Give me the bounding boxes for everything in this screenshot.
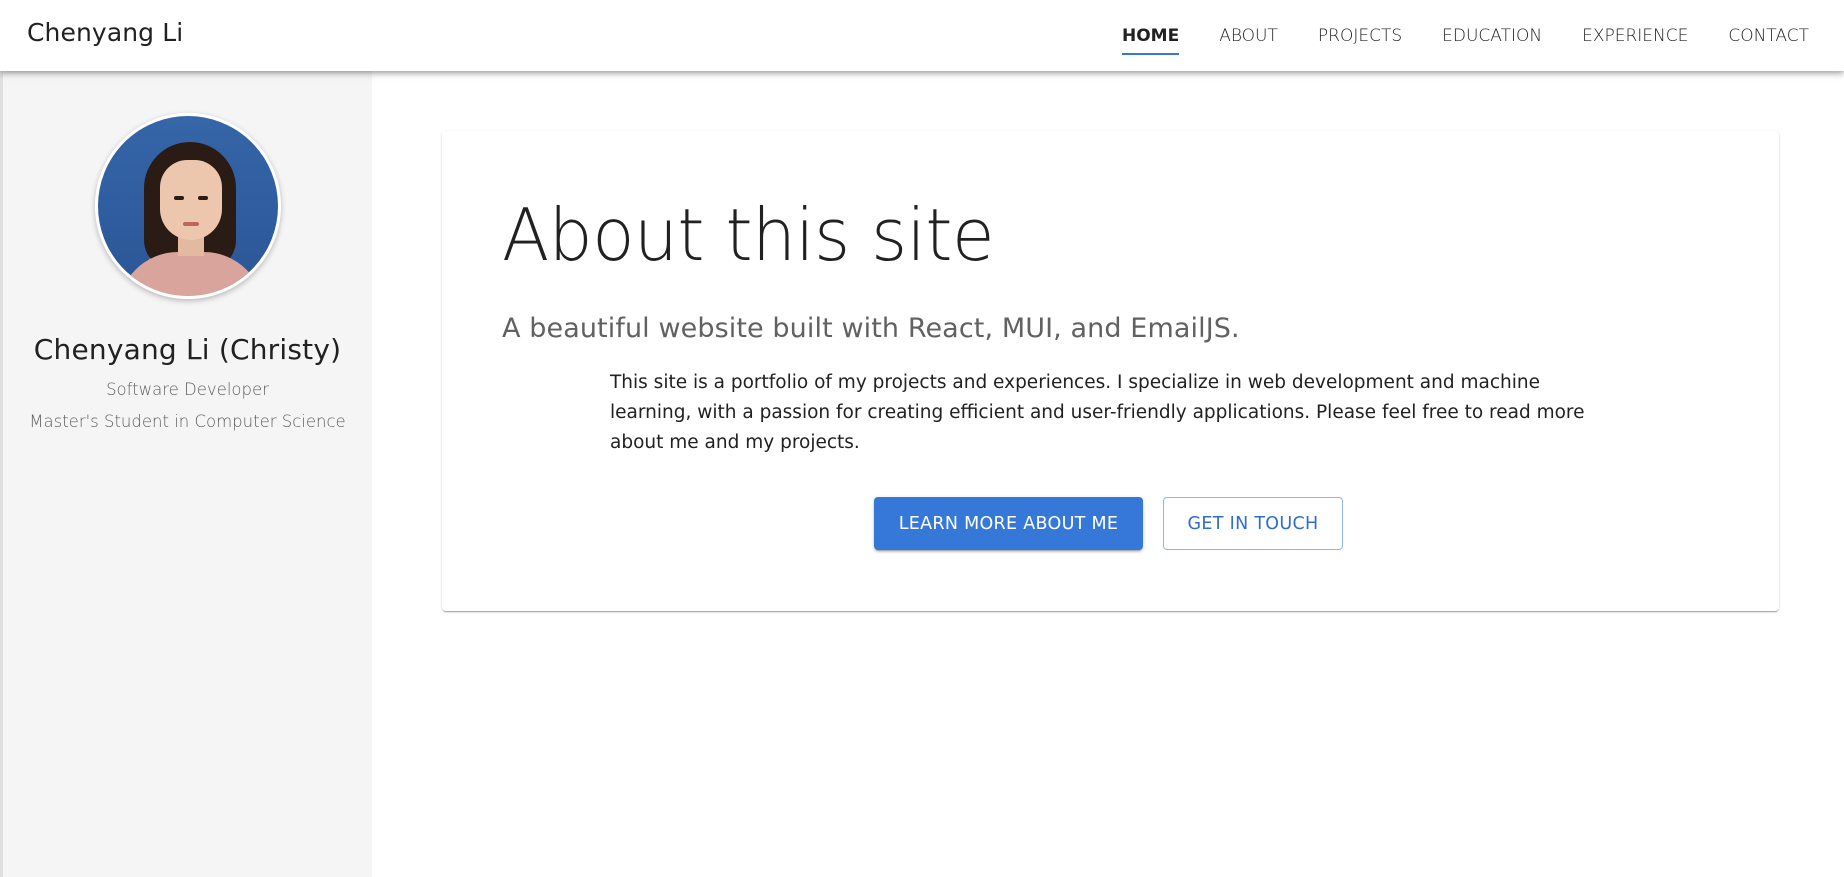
nav-item-projects[interactable]: PROJECTS	[1298, 0, 1422, 71]
top-app-bar: Chenyang Li HOME ABOUT PROJECTS EDUCATIO…	[0, 0, 1844, 71]
avatar-eye-left	[173, 196, 184, 200]
avatar-shirt	[117, 252, 264, 296]
main-nav: HOME ABOUT PROJECTS EDUCATION EXPERIENCE…	[1102, 0, 1844, 71]
profile-name: Chenyang Li (Christy)	[33, 333, 342, 366]
intro-paragraph: This site is a portfolio of my projects …	[610, 372, 1585, 453]
site-brand[interactable]: Chenyang Li	[27, 18, 183, 47]
profile-study: Master's Student in Computer Science	[29, 412, 346, 431]
page-title: About this site	[502, 193, 995, 277]
avatar	[94, 113, 281, 299]
learn-more-button[interactable]: LEARN MORE ABOUT ME	[874, 497, 1143, 550]
page-subtitle: A beautiful website built with React, MU…	[502, 313, 1240, 344]
nav-item-home[interactable]: HOME	[1102, 0, 1199, 71]
get-in-touch-button[interactable]: GET IN TOUCH	[1163, 497, 1343, 550]
about-card: About this site A beautiful website buil…	[442, 131, 1779, 611]
nav-item-education[interactable]: EDUCATION	[1422, 0, 1562, 71]
avatar-eye-right	[197, 196, 208, 200]
action-buttons: LEARN MORE ABOUT ME GET IN TOUCH	[442, 497, 1779, 550]
nav-item-contact[interactable]: CONTACT	[1708, 0, 1844, 71]
avatar-mouth	[182, 222, 199, 226]
avatar-face	[159, 160, 222, 240]
profile-sidebar: Chenyang Li (Christy) Software Developer…	[0, 71, 372, 877]
profile-role: Software Developer	[106, 380, 269, 399]
nav-item-about[interactable]: ABOUT	[1199, 0, 1298, 71]
nav-item-experience[interactable]: EXPERIENCE	[1562, 0, 1708, 71]
